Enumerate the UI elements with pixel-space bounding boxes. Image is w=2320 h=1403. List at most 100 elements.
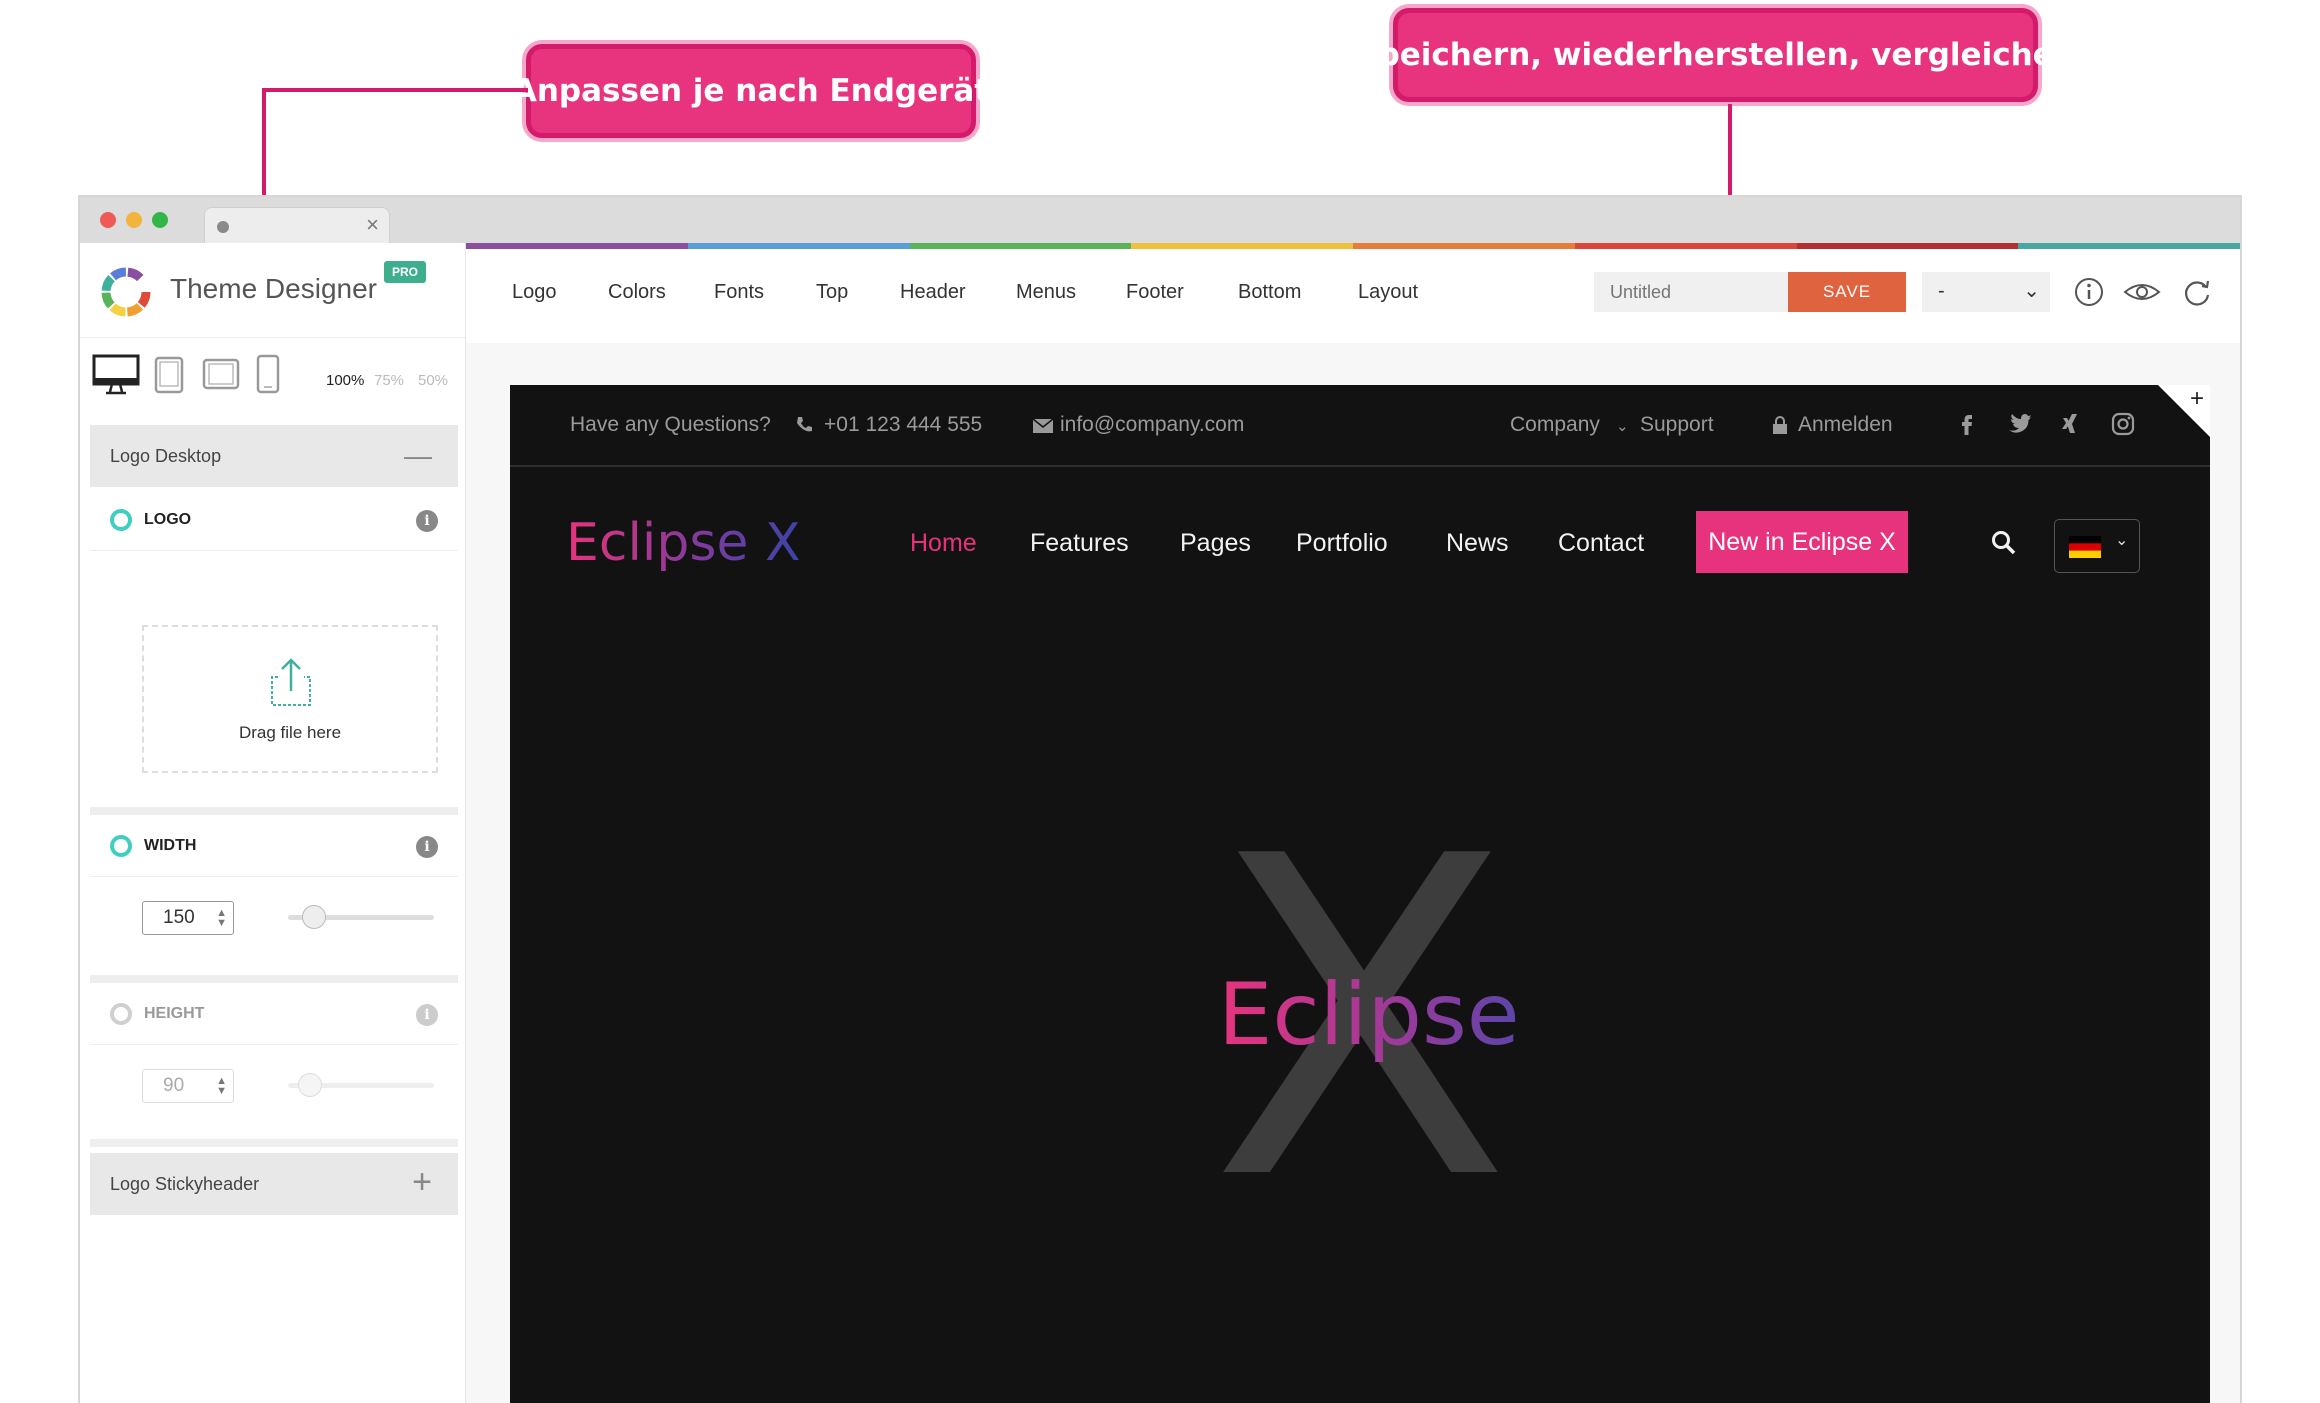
width-input[interactable]: 150 ▲ ▼ (142, 901, 234, 935)
sidebar: Theme Designer PRO 100% 75% 50% Logo Des… (80, 243, 466, 1403)
browser-tab[interactable]: × (204, 207, 390, 243)
width-slider[interactable] (288, 905, 434, 929)
info-icon[interactable]: i (416, 1004, 438, 1026)
nav-header[interactable]: Header (900, 281, 966, 304)
tab-close-icon[interactable]: × (366, 212, 379, 238)
info-icon[interactable]: i (416, 836, 438, 858)
browser-titlebar: × (80, 197, 2240, 243)
option-logo-toggle[interactable] (110, 509, 132, 531)
theme-name-input[interactable] (1594, 272, 1790, 312)
option-height: HEIGHT i (90, 983, 458, 1045)
callout-device-adjust: Anpassen je nach Endgerät (513, 44, 989, 138)
preview-support[interactable]: Support (1640, 413, 1714, 437)
nav-bottom[interactable]: Bottom (1238, 281, 1301, 304)
preview-cta-button[interactable]: New in Eclipse X (1696, 511, 1908, 573)
german-flag-icon (2069, 536, 2101, 558)
chevron-down-icon: ⌄ (2023, 280, 2040, 302)
top-navigation: Logo Colors Fonts Top Header Menus Foote… (466, 249, 2240, 343)
nav-logo[interactable]: Logo (512, 281, 557, 304)
option-height-label: HEIGHT (144, 1005, 205, 1022)
save-button[interactable]: SAVE (1788, 272, 1906, 312)
width-slider-knob[interactable] (302, 905, 327, 929)
preview-brand-logo[interactable]: Eclipse X (566, 513, 801, 573)
twitter-icon[interactable] (2006, 411, 2032, 437)
desktop-icon[interactable] (92, 354, 140, 396)
tablet-icon[interactable] (154, 356, 184, 394)
height-slider[interactable] (288, 1073, 434, 1097)
chevron-down-icon: ⌄ (1616, 418, 1629, 435)
preview-menu-home[interactable]: Home (910, 529, 977, 558)
preview-eye-icon[interactable] (2122, 275, 2162, 309)
website-preview: Have any Questions? +01 123 444 555 info… (510, 385, 2210, 1403)
upload-icon (271, 658, 311, 706)
stepper-icon[interactable]: ▲ ▼ (216, 1076, 227, 1097)
section-logo-desktop-label: Logo Desktop (110, 446, 222, 466)
option-logo-label: LOGO (144, 511, 192, 528)
version-select[interactable]: - ⌄ (1922, 272, 2050, 312)
collapse-icon[interactable]: — (404, 425, 432, 487)
preview-company-menu[interactable]: Company (1510, 413, 1600, 437)
tab-favicon-icon (217, 221, 229, 233)
logo-dropzone[interactable]: Drag file here (142, 625, 438, 773)
option-logo: LOGO i (90, 489, 458, 551)
chevron-down-icon: ⌄ (2115, 532, 2129, 549)
app-title: Theme Designer (170, 273, 377, 304)
nav-colors[interactable]: Colors (608, 281, 666, 304)
xing-icon[interactable] (2058, 411, 2084, 437)
preview-menu-contact[interactable]: Contact (1558, 529, 1644, 558)
divider (90, 807, 458, 815)
preview-email[interactable]: info@company.com (1060, 413, 1244, 437)
preview-phone[interactable]: +01 123 444 555 (824, 413, 982, 437)
phone-icon[interactable] (256, 354, 280, 394)
reset-icon[interactable] (2180, 275, 2214, 309)
preview-login[interactable]: Anmelden (1798, 413, 1893, 437)
language-select[interactable]: ⌄ (2054, 519, 2140, 573)
zoom-75[interactable]: 75% (374, 372, 404, 389)
nav-fonts[interactable]: Fonts (714, 281, 764, 304)
section-logo-desktop[interactable]: Logo Desktop — (90, 425, 458, 487)
section-logo-stickyheader[interactable]: Logo Stickyheader + (90, 1153, 458, 1215)
preview-topbar: Have any Questions? +01 123 444 555 info… (510, 385, 2210, 467)
preview-menu-pages[interactable]: Pages (1180, 529, 1251, 558)
app-logo-icon (101, 267, 151, 317)
preview-menu-features[interactable]: Features (1030, 529, 1129, 558)
preview-menu-portfolio[interactable]: Portfolio (1296, 529, 1388, 558)
search-icon[interactable] (1990, 529, 2018, 557)
browser-window: × Theme Designer PRO 100% 75% 50% Logo D… (78, 195, 2242, 1403)
device-selector: 100% 75% 50% (80, 337, 465, 417)
facebook-icon[interactable] (1954, 411, 1980, 437)
preview-menu-news[interactable]: News (1446, 529, 1509, 558)
nav-footer[interactable]: Footer (1126, 281, 1184, 304)
lock-icon (1773, 416, 1787, 434)
height-input[interactable]: 90 ▲ ▼ (142, 1069, 234, 1103)
height-slider-knob[interactable] (297, 1073, 322, 1097)
callout-save-restore: Speichern, wiederherstellen, vergleichen (1355, 8, 2076, 102)
app-header: Theme Designer PRO (80, 243, 465, 337)
hero-eclipse-word: Eclipse (1218, 965, 1520, 1065)
info-icon[interactable]: i (416, 510, 438, 532)
plus-icon[interactable]: + (2190, 385, 2204, 413)
close-window-icon[interactable] (100, 212, 116, 228)
tablet-landscape-icon[interactable] (202, 358, 240, 390)
stepper-icon[interactable]: ▲ ▼ (216, 908, 227, 929)
pro-badge: PRO (384, 261, 427, 283)
option-height-toggle[interactable] (110, 1003, 132, 1025)
email-icon (1032, 418, 1054, 433)
zoom-50[interactable]: 50% (418, 372, 448, 389)
height-value: 90 (163, 1075, 185, 1096)
nav-top[interactable]: Top (816, 281, 848, 304)
maximize-window-icon[interactable] (152, 212, 168, 228)
nav-menus[interactable]: Menus (1016, 281, 1076, 304)
version-select-value: - (1938, 280, 1945, 302)
instagram-icon[interactable] (2110, 411, 2136, 437)
width-value: 150 (163, 907, 195, 928)
info-circle-icon[interactable] (2072, 275, 2106, 309)
minimize-window-icon[interactable] (126, 212, 142, 228)
divider (90, 975, 458, 983)
callout-save-text: Speichern, wiederherstellen, vergleichen (1355, 37, 2076, 73)
option-width-toggle[interactable] (110, 835, 132, 857)
expand-icon[interactable]: + (412, 1151, 432, 1213)
zoom-100[interactable]: 100% (326, 372, 364, 389)
nav-layout[interactable]: Layout (1358, 281, 1418, 304)
divider (90, 1139, 458, 1147)
